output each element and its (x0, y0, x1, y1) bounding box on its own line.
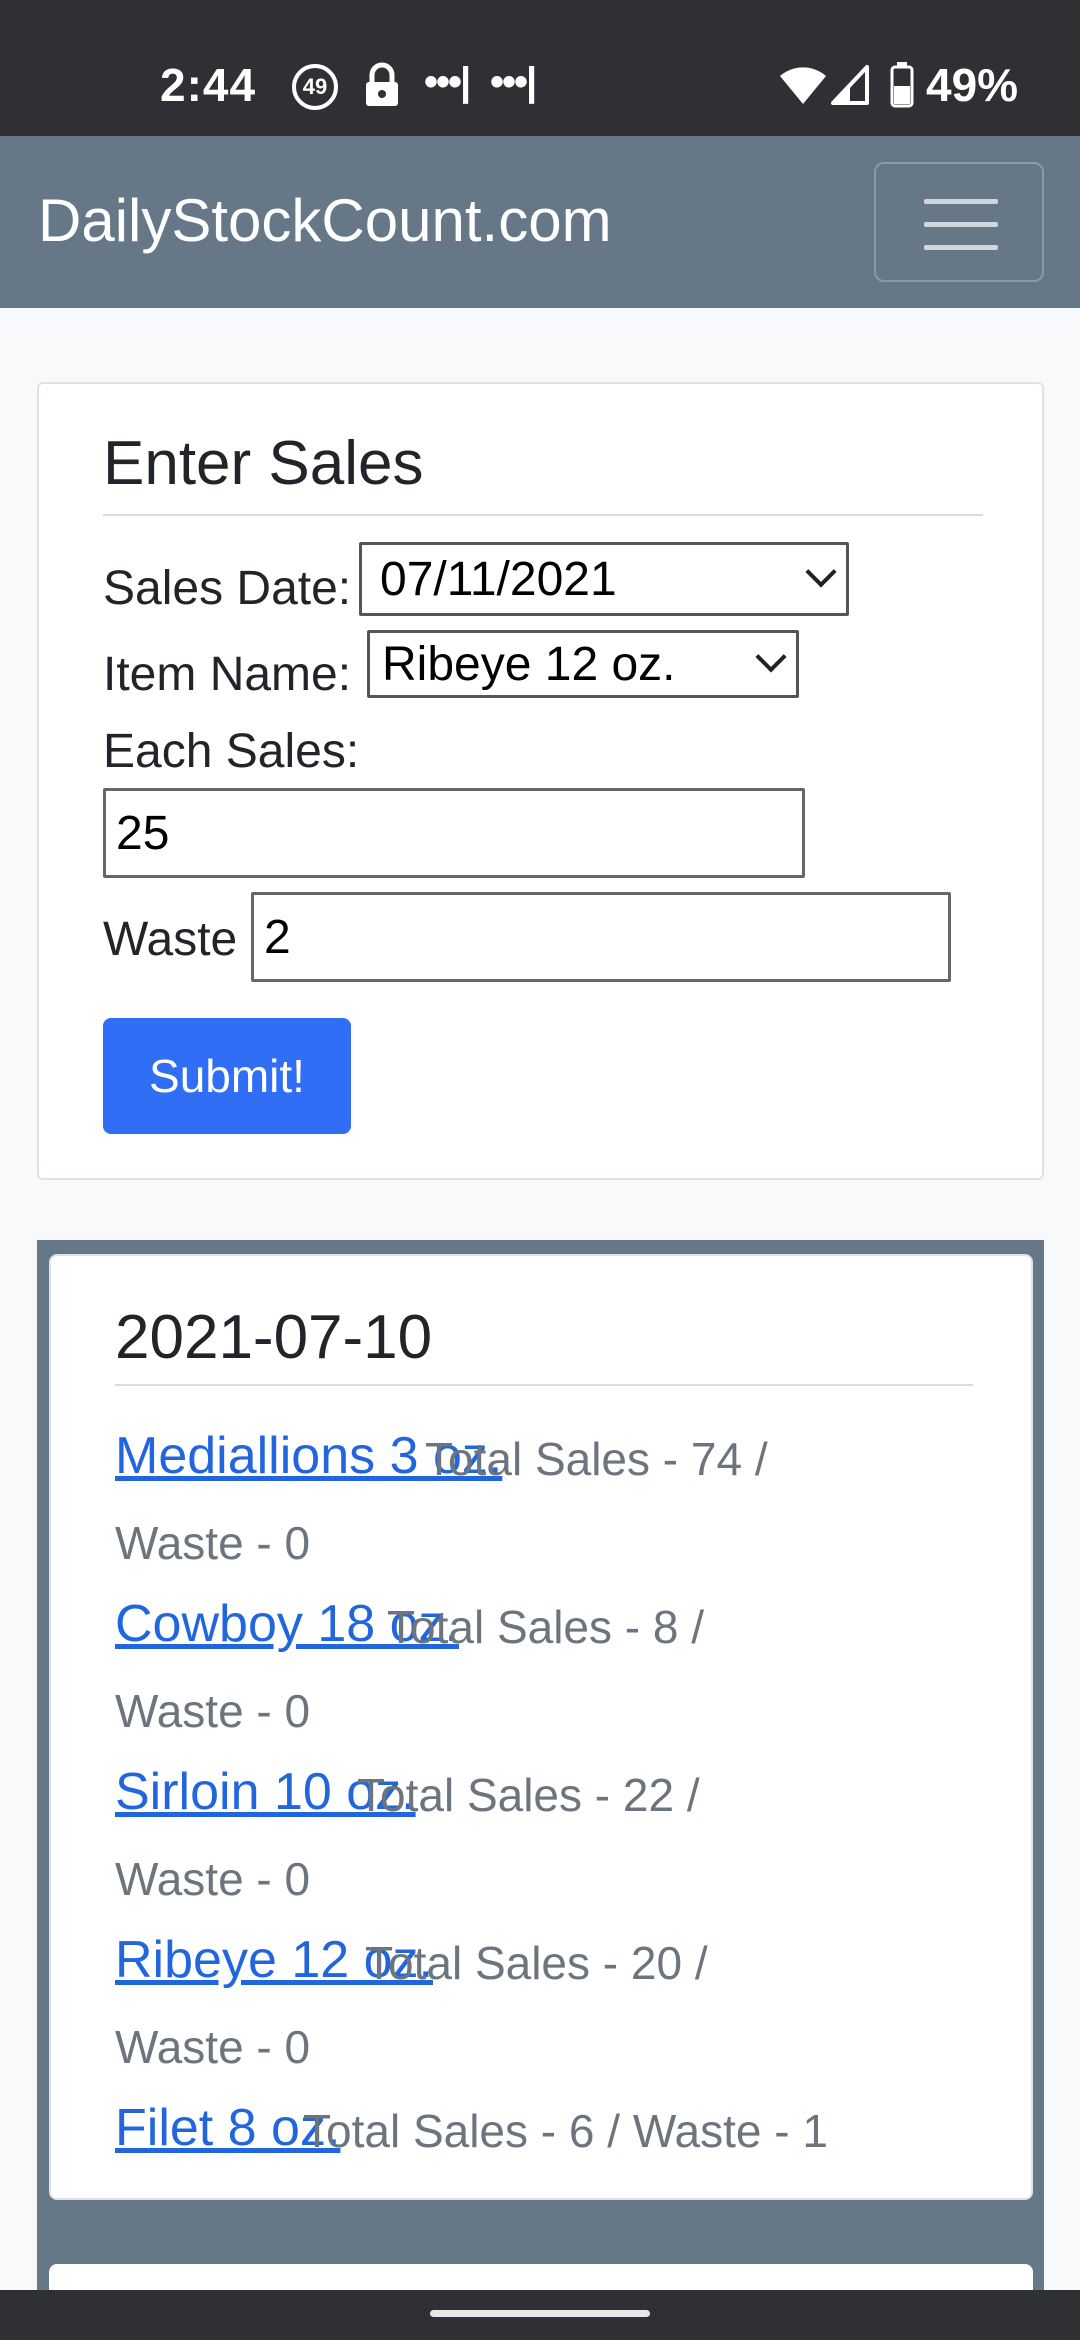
divider (115, 1384, 973, 1386)
sales-date-select[interactable]: 07/11/2021 (359, 542, 849, 616)
enter-sales-title: Enter Sales (103, 429, 424, 498)
item-summary: Total Sales - 22 / (357, 1769, 700, 1821)
item-summary: Total Sales - 74 / (425, 1433, 768, 1485)
each-sales-label: Each Sales: (103, 725, 360, 778)
item-summary: Waste - 0 (115, 1853, 311, 1905)
hamburger-line (924, 222, 998, 227)
daily-summary-card: 2021-07-10 Mediallions 3 oz. Total Sales… (49, 1254, 1033, 2200)
item-name-value: Ribeye 12 oz. (382, 637, 676, 691)
status-bar: 2:44 49 •••| •••| 49% (0, 0, 1080, 136)
item-summary: Total Sales - 6 / Waste - 1 (303, 2105, 828, 2157)
hamburger-line (924, 245, 998, 250)
chevron-down-icon (805, 556, 837, 588)
waste-value: 2 (264, 910, 291, 964)
item-summary: Waste - 0 (115, 1685, 311, 1737)
signal-icon (831, 65, 869, 105)
home-gesture-handle[interactable] (430, 2310, 650, 2317)
hamburger-menu-icon (924, 199, 998, 204)
brand-link[interactable]: DailyStockCount.com (38, 186, 612, 255)
top-navbar: DailyStockCount.com (0, 136, 1080, 308)
each-sales-value: 25 (116, 806, 170, 860)
battery-percentage: 49% (926, 59, 1019, 111)
item-summary: Waste - 0 (115, 2021, 311, 2073)
results-section: 2021-07-10 Mediallions 3 oz. Total Sales… (37, 1240, 1044, 2340)
chevron-down-icon (755, 641, 787, 673)
waste-label: Waste (103, 913, 238, 966)
item-summary: Waste - 0 (115, 1517, 311, 1569)
item-name-select[interactable]: Ribeye 12 oz. (367, 630, 799, 698)
enter-sales-card: Enter Sales Sales Date: 07/11/2021 Item … (37, 382, 1044, 1180)
hamburger-menu-button[interactable] (874, 162, 1044, 282)
signal-dots-icon: •••| (424, 60, 471, 104)
sales-date-value: 07/11/2021 (380, 552, 617, 606)
submit-button[interactable]: Submit! (103, 1018, 351, 1134)
wifi-icon (780, 67, 826, 104)
battery-icon (890, 62, 914, 108)
system-navigation-bar (0, 2290, 1080, 2340)
signal-dots-icon: •••| (490, 60, 537, 104)
summary-date-title: 2021-07-10 (115, 1303, 433, 1372)
item-summary: Total Sales - 8 / (387, 1601, 705, 1653)
status-time: 2:44 (160, 59, 257, 111)
notification-count-badge: 49 (292, 64, 338, 110)
item-summary: Total Sales - 20 / (365, 1937, 708, 1989)
lock-icon (366, 62, 398, 106)
waste-input[interactable]: 2 (251, 892, 951, 982)
each-sales-input[interactable]: 25 (103, 788, 805, 878)
